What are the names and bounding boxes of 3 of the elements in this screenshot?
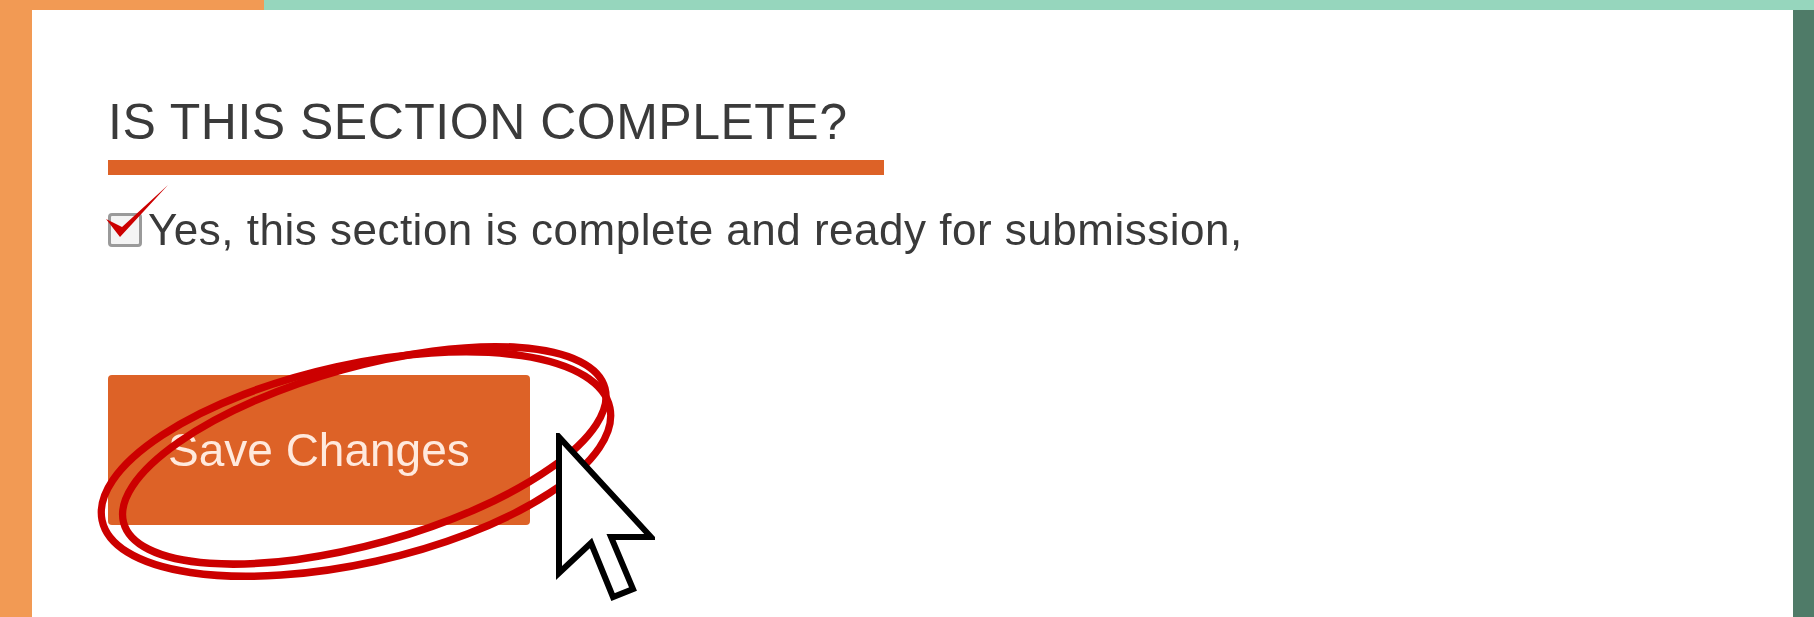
cursor-icon — [555, 433, 655, 603]
confirm-label: Yes, this section is complete and ready for submission, — [148, 205, 1243, 255]
section-heading: IS THIS SECTION COMPLETE? — [108, 93, 848, 152]
